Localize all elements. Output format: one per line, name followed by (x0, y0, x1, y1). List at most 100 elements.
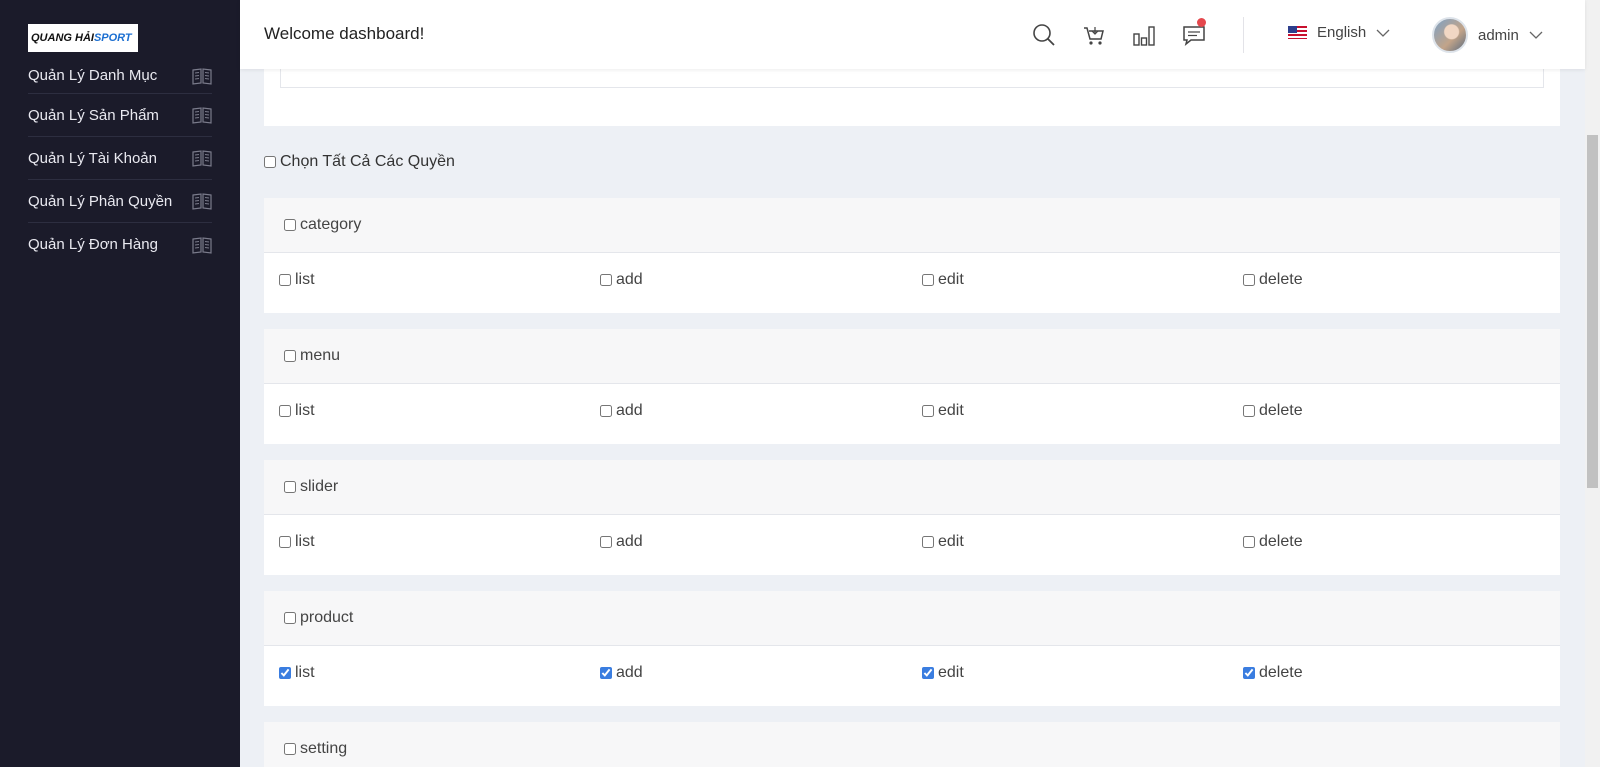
perm-list[interactable]: list (279, 271, 315, 289)
group-name: menu (300, 347, 341, 364)
perm-label: delete (1259, 533, 1303, 550)
cart-icon (1084, 27, 1104, 45)
select-all-label: Chọn Tất Cả Các Quyền (280, 153, 455, 170)
perm-edit[interactable]: edit (922, 271, 964, 289)
perm-checkbox[interactable] (1243, 405, 1255, 417)
perm-add[interactable]: add (600, 533, 643, 551)
perm-list[interactable]: list (279, 664, 315, 682)
page-scrollbar-thumb[interactable] (1587, 135, 1598, 488)
brand-logo[interactable]: QUANG HẢI SPORT (28, 24, 138, 52)
group-actions: list add edit delete (264, 253, 1560, 313)
book-icon (192, 150, 212, 167)
perm-checkbox[interactable] (600, 536, 612, 548)
perm-delete[interactable]: delete (1243, 271, 1303, 289)
language-label: English (1317, 24, 1367, 41)
logo-text-part1: QUANG HẢI (31, 32, 94, 44)
perm-label: add (616, 402, 643, 419)
book-icon (192, 67, 212, 85)
perm-checkbox[interactable] (922, 536, 934, 548)
perm-label: edit (938, 533, 964, 550)
perm-checkbox[interactable] (922, 405, 934, 417)
perm-edit[interactable]: edit (922, 402, 964, 420)
perm-label: edit (938, 402, 964, 419)
sidebar-item-permission[interactable]: Quản Lý Phân Quyền (28, 180, 212, 223)
cart-button[interactable] (1081, 22, 1107, 48)
group-checkbox[interactable] (284, 481, 296, 493)
search-button[interactable] (1031, 22, 1057, 48)
perm-edit[interactable]: edit (922, 664, 964, 682)
sidebar-item-product[interactable]: Quản Lý Sản Phẩm (28, 94, 212, 137)
perm-add[interactable]: add (600, 664, 643, 682)
sidebar: QUANG HẢI SPORT Quản Lý Danh Mục Quản Lý… (0, 0, 240, 767)
perm-add[interactable]: add (600, 271, 643, 289)
group-name: category (300, 216, 362, 233)
search-icon (1033, 24, 1055, 46)
permission-group-slider: slider list add edit delete (264, 460, 1560, 575)
perm-label: add (616, 271, 643, 288)
group-header[interactable]: product (264, 591, 1560, 646)
notification-badge (1197, 18, 1206, 27)
group-actions: list add edit delete (264, 384, 1560, 444)
sidebar-item-category[interactable]: Quản Lý Danh Mục (28, 58, 212, 94)
perm-edit[interactable]: edit (922, 533, 964, 551)
group-header[interactable]: slider (264, 460, 1560, 515)
perm-label: list (295, 664, 315, 681)
perm-checkbox[interactable] (279, 274, 291, 286)
language-selector[interactable]: English (1288, 24, 1390, 41)
book-icon (192, 107, 212, 124)
sidebar-item-label: Quản Lý Phân Quyền (28, 192, 173, 210)
perm-list[interactable]: list (279, 533, 315, 551)
select-all-permissions[interactable]: Chọn Tất Cả Các Quyền (264, 153, 455, 171)
select-all-checkbox[interactable] (264, 156, 276, 168)
perm-checkbox[interactable] (279, 667, 291, 679)
header-divider (1243, 17, 1244, 53)
sidebar-item-label: Quản Lý Tài Khoản (28, 149, 157, 167)
perm-delete[interactable]: delete (1243, 402, 1303, 420)
group-checkbox[interactable] (284, 350, 296, 362)
sidebar-item-label: Quản Lý Sản Phẩm (28, 106, 159, 124)
perm-list[interactable]: list (279, 402, 315, 420)
group-actions: list add edit delete (264, 515, 1560, 575)
messages-button[interactable] (1181, 18, 1207, 48)
group-checkbox[interactable] (284, 743, 296, 755)
permission-group-setting: setting (264, 722, 1560, 767)
perm-label: edit (938, 664, 964, 681)
perm-delete[interactable]: delete (1243, 533, 1303, 551)
perm-delete[interactable]: delete (1243, 664, 1303, 682)
sidebar-item-label: Quản Lý Danh Mục (28, 67, 158, 84)
group-actions: list add edit delete (264, 646, 1560, 706)
perm-checkbox[interactable] (1243, 274, 1255, 286)
group-checkbox[interactable] (284, 219, 296, 231)
group-header[interactable]: menu (264, 329, 1560, 384)
group-header[interactable]: category (264, 198, 1560, 253)
perm-checkbox[interactable] (922, 274, 934, 286)
sidebar-item-label: Quản Lý Đơn Hàng (28, 236, 158, 253)
permission-group-product: product list add edit delete (264, 591, 1560, 706)
perm-label: delete (1259, 664, 1303, 681)
logo-text-part2: SPORT (93, 32, 132, 44)
group-checkbox[interactable] (284, 612, 296, 624)
perm-checkbox[interactable] (1243, 536, 1255, 548)
perm-label: delete (1259, 271, 1303, 288)
perm-checkbox[interactable] (279, 405, 291, 417)
sidebar-item-account[interactable]: Quản Lý Tài Khoản (28, 137, 212, 180)
perm-checkbox[interactable] (279, 536, 291, 548)
perm-checkbox[interactable] (600, 274, 612, 286)
user-name: admin (1478, 26, 1519, 44)
perm-checkbox[interactable] (1243, 667, 1255, 679)
top-header: Welcome dashboard! English admin (240, 0, 1585, 69)
group-name: setting (300, 740, 348, 757)
stats-button[interactable] (1131, 22, 1157, 48)
perm-add[interactable]: add (600, 402, 643, 420)
perm-checkbox[interactable] (600, 667, 612, 679)
perm-label: list (295, 533, 315, 550)
main-content: Chọn Tất Cả Các Quyền category list add … (264, 0, 1560, 767)
perm-checkbox[interactable] (600, 405, 612, 417)
group-header[interactable]: setting (264, 722, 1560, 767)
user-menu[interactable]: admin (1432, 17, 1543, 53)
chart-icon (1133, 26, 1155, 46)
perm-checkbox[interactable] (922, 667, 934, 679)
sidebar-item-order[interactable]: Quản Lý Đơn Hàng (28, 223, 212, 266)
permission-group-category: category list add edit delete (264, 198, 1560, 313)
perm-label: delete (1259, 402, 1303, 419)
